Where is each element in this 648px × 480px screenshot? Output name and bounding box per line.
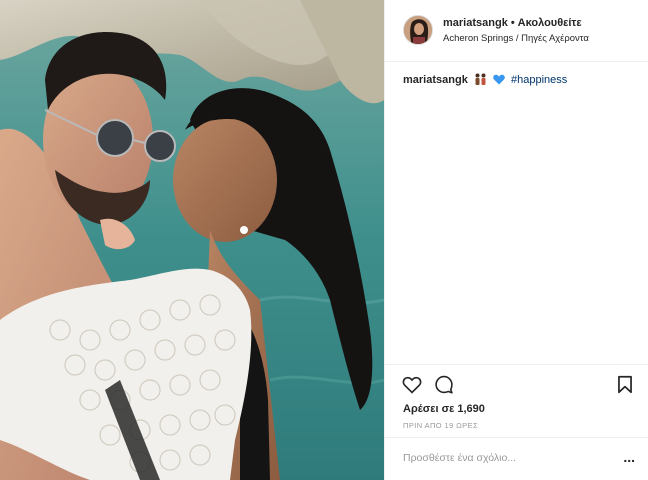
post-timestamp[interactable]: ΠΡΙΝ ΑΠΟ 19 ΩΡΕΣ — [403, 421, 478, 430]
comment-bubble-icon[interactable] — [434, 375, 454, 399]
post-header: mariatsangk • Ακολουθείτε Acheron Springs … — [385, 0, 648, 62]
likes-count[interactable]: Αρέσει σε 1,690 — [403, 403, 485, 415]
couple-emoji — [474, 73, 487, 88]
action-bar — [385, 364, 648, 404]
heart-outline-icon[interactable] — [402, 375, 422, 399]
location-link[interactable]: Acheron Springs / Πηγές Αχέροντα — [443, 33, 589, 44]
post-caption: mariatsangk #happiness — [403, 73, 567, 88]
author-line: mariatsangk • Ακολουθείτε — [443, 17, 582, 29]
author-username[interactable]: mariatsangk — [443, 17, 508, 29]
profile-picture-image — [404, 16, 432, 44]
comment-input[interactable] — [403, 452, 603, 464]
blue-heart-emoji — [493, 74, 505, 88]
avatar[interactable] — [403, 15, 433, 45]
hashtag-link[interactable]: #happiness — [511, 74, 567, 86]
separator-dot: • — [510, 17, 515, 29]
caption-username[interactable]: mariatsangk — [403, 74, 468, 86]
comment-bar: ... — [385, 437, 648, 480]
post-photo[interactable] — [0, 0, 384, 480]
instagram-post-modal: mariatsangk • Ακολουθείτε Acheron Springs … — [0, 0, 648, 480]
more-options-icon[interactable]: ... — [623, 450, 635, 464]
couple-selfie-image — [0, 0, 384, 480]
bookmark-icon[interactable] — [617, 375, 633, 399]
following-button[interactable]: Ακολουθείτε — [518, 17, 582, 29]
post-details-panel: mariatsangk • Ακολουθείτε Acheron Springs … — [384, 0, 648, 480]
